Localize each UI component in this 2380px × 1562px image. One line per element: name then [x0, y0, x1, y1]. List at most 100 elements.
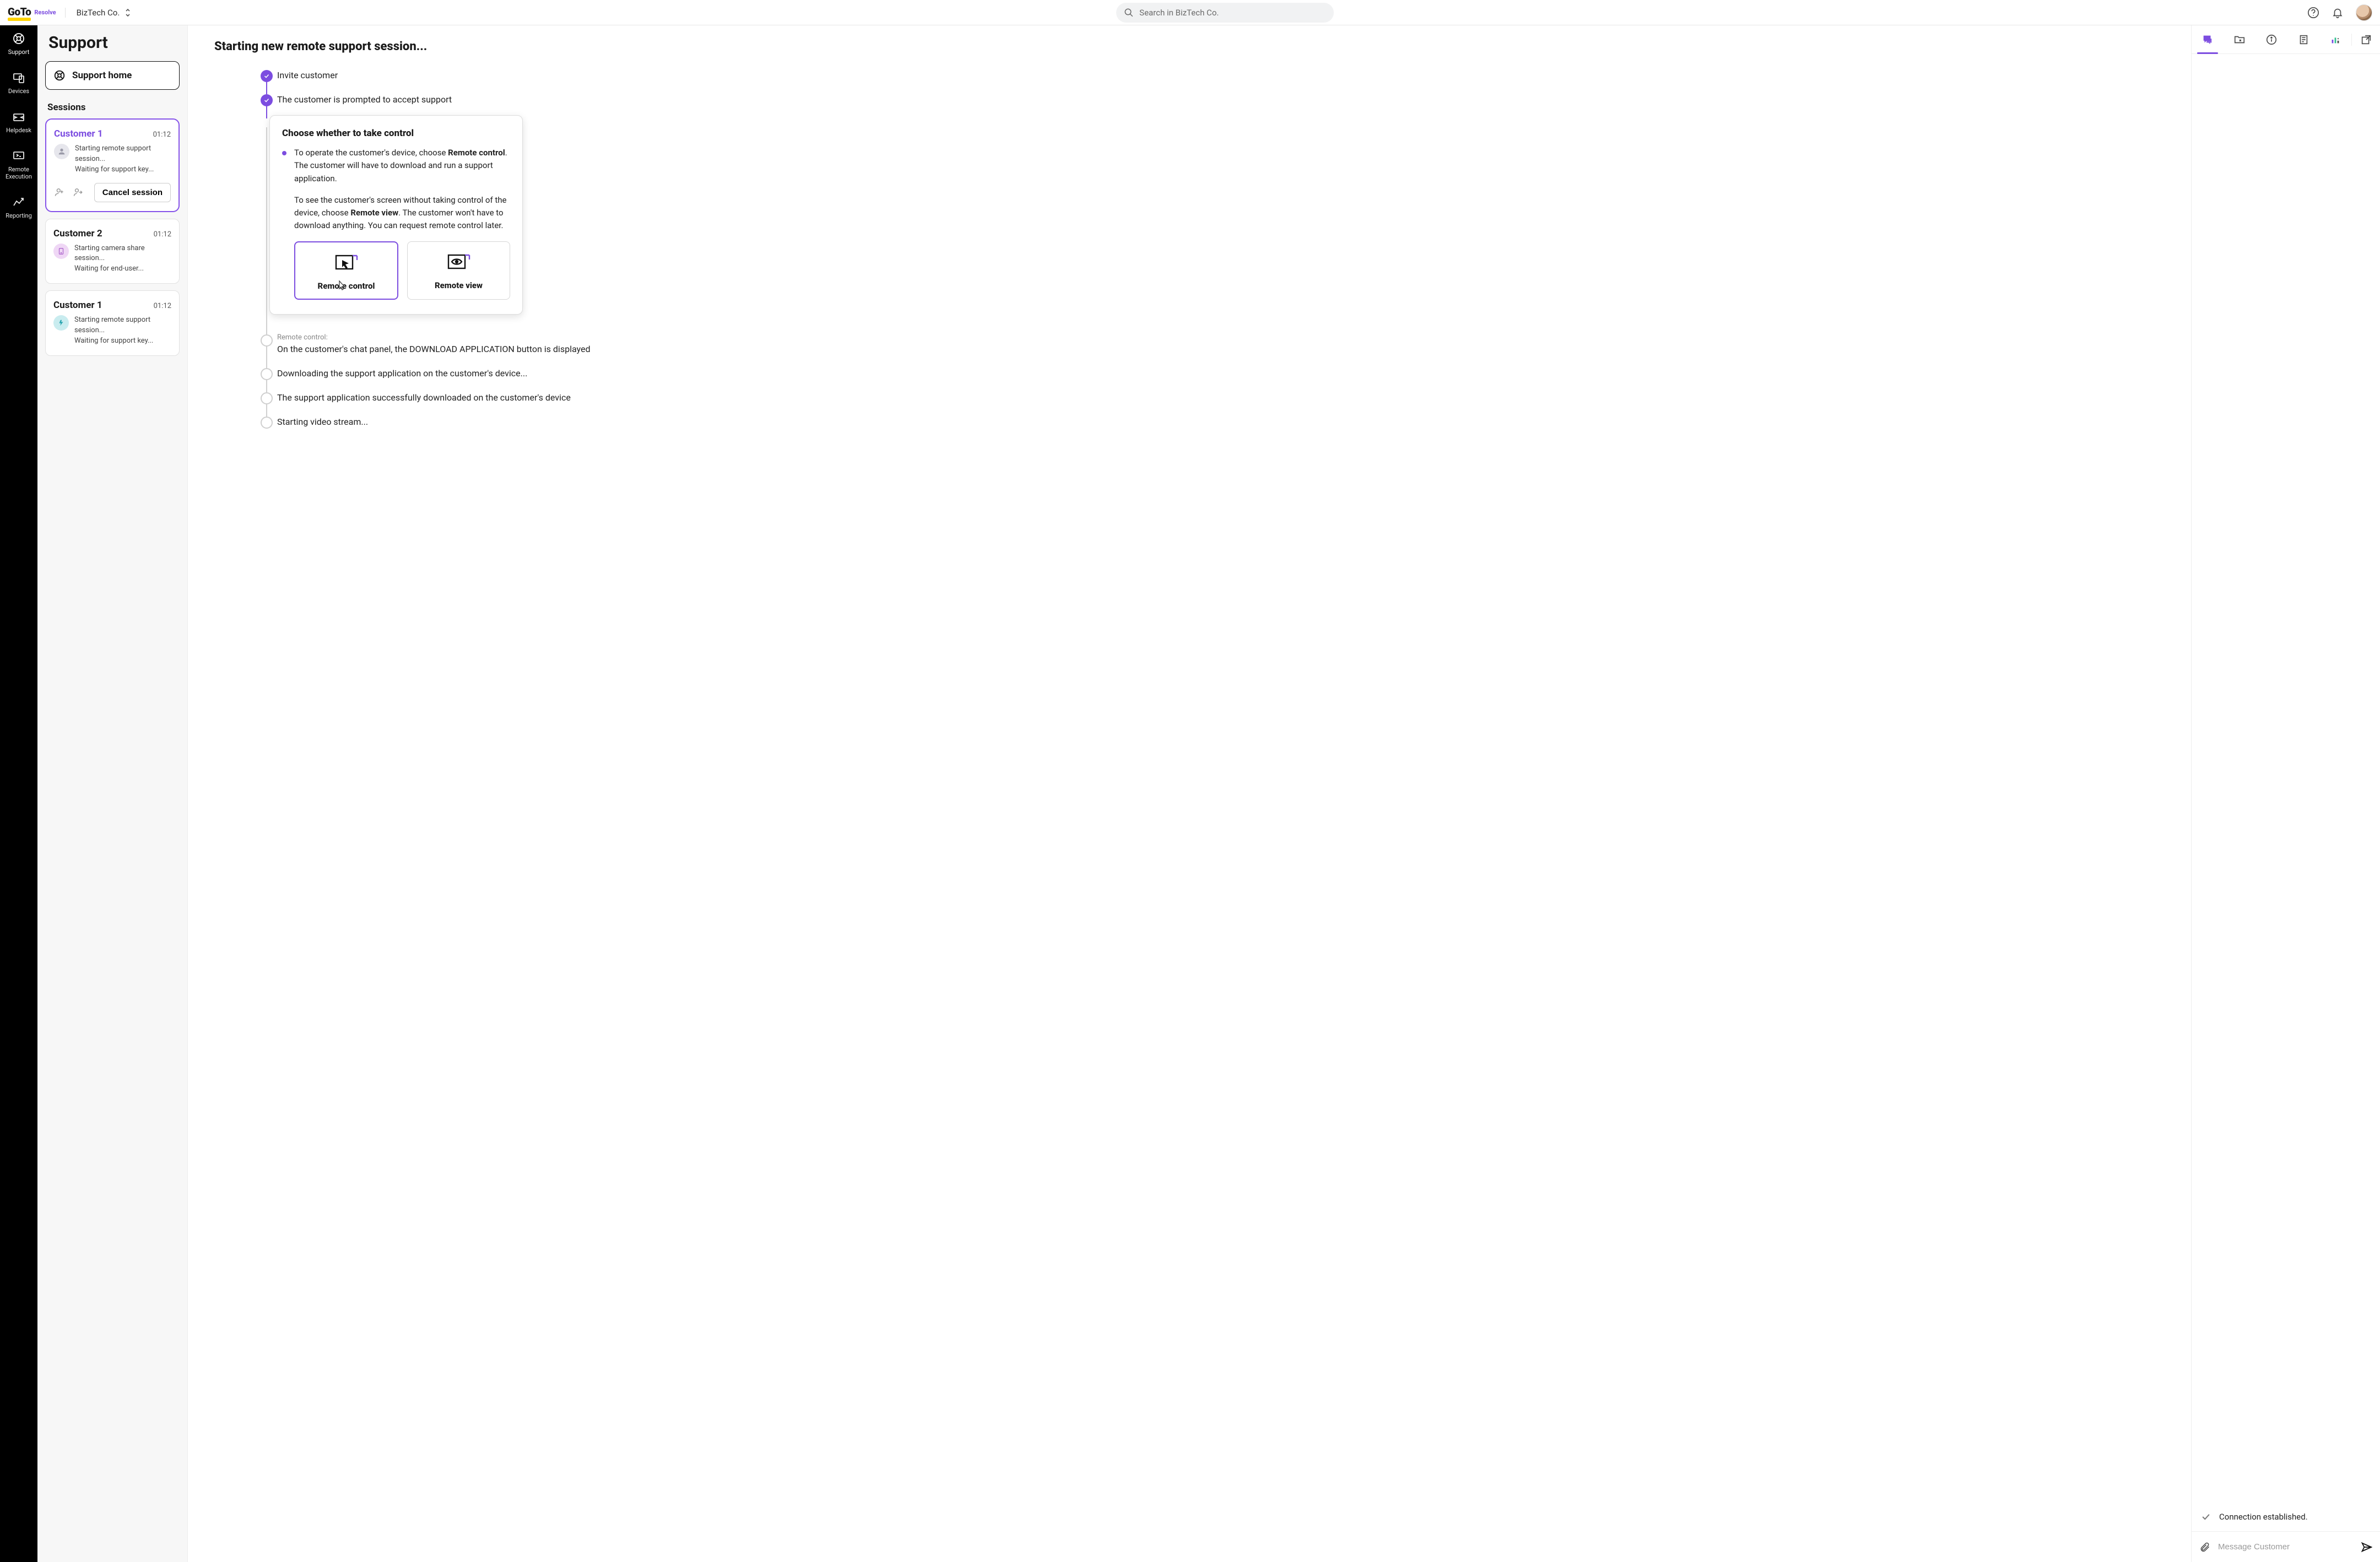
header-actions	[2307, 4, 2372, 21]
info-icon	[2265, 34, 2278, 46]
org-name: BizTech Co.	[77, 8, 120, 18]
tab-notes[interactable]	[2287, 25, 2319, 53]
connection-text: Connection established.	[2219, 1512, 2308, 1522]
main-content: Starting new remote support session... I…	[188, 0, 2192, 1562]
rail-label: Reporting	[6, 212, 32, 219]
message-input[interactable]	[2218, 1542, 2352, 1552]
reporting-icon	[12, 196, 25, 209]
page-title: Starting new remote support session...	[214, 40, 2165, 53]
option-label: Remote control	[318, 281, 375, 291]
step-mini: Remote control:	[277, 333, 2165, 342]
pending-dot-icon	[261, 334, 273, 347]
rail-label: Remote Execution	[0, 166, 37, 180]
step-label: Starting video stream...	[277, 415, 2165, 429]
add-participant-icon[interactable]	[54, 187, 65, 198]
session-card[interactable]: Customer 2 01:12 Starting camera share s…	[45, 219, 180, 284]
search-placeholder: Search in BizTech Co.	[1139, 8, 1219, 18]
nav-rail: Support Devices Helpdesk Remote Executio…	[0, 0, 37, 1562]
session-avatar	[53, 244, 69, 259]
remote-view-option[interactable]: Remote view	[407, 241, 510, 300]
support-home-icon	[53, 69, 66, 82]
remote-view-icon	[446, 252, 472, 274]
notes-icon	[2297, 34, 2309, 46]
session-line1: Starting remote support session...	[74, 315, 171, 336]
chevron-updown-icon	[124, 8, 132, 18]
rail-item-devices[interactable]: Devices	[0, 70, 37, 96]
step-label: Downloading the support application on t…	[277, 367, 2165, 380]
check-icon	[261, 94, 273, 106]
session-time: 01:12	[153, 131, 171, 139]
help-icon[interactable]	[2307, 7, 2319, 19]
timeline-step-active: Choose whether to take control To operat…	[261, 115, 2165, 333]
pending-dot-icon	[261, 368, 273, 380]
logo-text: GoTo	[8, 6, 31, 20]
rail-item-helpdesk[interactable]: Helpdesk	[0, 109, 37, 135]
cancel-session-button[interactable]: Cancel session	[94, 183, 171, 202]
tab-info[interactable]	[2255, 25, 2287, 53]
choose-text: To operate the customer's device, choose…	[294, 147, 510, 300]
right-panel: Connection established.	[2192, 0, 2380, 1562]
rail-item-reporting[interactable]: Reporting	[0, 194, 37, 220]
session-timeline: Invite customer The customer is prompted…	[261, 69, 2165, 440]
timeline-step: Remote control: On the customer's chat p…	[261, 333, 2165, 367]
session-name: Customer 1	[54, 128, 103, 139]
timeline-step: The support application successfully dow…	[261, 391, 2165, 415]
top-header: GoTo Resolve BizTech Co. Search in BizTe…	[0, 0, 2380, 25]
tab-chat[interactable]	[2192, 25, 2224, 53]
rail-label: Support	[8, 48, 30, 56]
send-icon[interactable]	[2360, 1541, 2372, 1553]
timeline-step: The customer is prompted to accept suppo…	[261, 93, 2165, 117]
timeline-step: Downloading the support application on t…	[261, 367, 2165, 391]
session-line2: Waiting for end-user...	[74, 264, 171, 274]
right-tabs	[2192, 25, 2380, 54]
choose-title: Choose whether to take control	[282, 128, 510, 139]
support-home-button[interactable]: Support home	[45, 61, 180, 90]
session-card[interactable]: Customer 1 01:12 Starting remote support…	[45, 118, 180, 212]
sidebar-title: Support	[45, 33, 180, 52]
remote-exec-icon	[12, 149, 25, 163]
session-line1: Starting camera share session...	[74, 244, 171, 264]
chat-icon	[2202, 34, 2214, 46]
session-name: Customer 2	[53, 228, 102, 239]
message-bar	[2192, 1531, 2380, 1562]
timeline-step: Invite customer	[261, 69, 2165, 93]
user-avatar[interactable]	[2356, 4, 2372, 21]
org-switcher[interactable]: BizTech Co.	[65, 8, 143, 18]
session-line1: Starting remote support session...	[75, 144, 171, 165]
step-label: The support application successfully dow…	[277, 391, 2165, 404]
tab-metrics[interactable]	[2319, 25, 2351, 53]
helpdesk-icon	[12, 110, 25, 123]
session-name: Customer 1	[53, 300, 102, 311]
option-label: Remote view	[435, 280, 483, 290]
support-home-label: Support home	[72, 70, 132, 81]
session-time: 01:12	[154, 302, 171, 310]
product-logo[interactable]: GoTo Resolve	[8, 6, 56, 20]
transfer-icon[interactable]	[73, 187, 84, 198]
connection-status: Connection established.	[2192, 1502, 2380, 1531]
rail-item-remote-execution[interactable]: Remote Execution	[0, 148, 37, 181]
pending-dot-icon	[261, 417, 273, 429]
pending-dot-icon	[261, 392, 273, 404]
popout-button[interactable]	[2351, 34, 2380, 46]
step-label: Invite customer	[277, 69, 2165, 82]
tab-files[interactable]	[2224, 25, 2255, 53]
remote-control-option[interactable]: Remote control	[294, 241, 398, 300]
session-line2: Waiting for support key...	[75, 165, 171, 175]
folder-icon	[2233, 34, 2246, 46]
sessions-heading: Sessions	[45, 99, 180, 118]
cursor-icon	[336, 280, 346, 292]
rail-item-support[interactable]: Support	[0, 31, 37, 57]
session-card[interactable]: Customer 1 01:12 Starting remote support…	[45, 290, 180, 356]
search-input[interactable]: Search in BizTech Co.	[1116, 3, 1334, 23]
search-icon	[1124, 8, 1134, 18]
choose-control-card: Choose whether to take control To operat…	[269, 115, 523, 315]
bullet-icon	[282, 151, 286, 155]
rail-label: Helpdesk	[6, 127, 31, 134]
check-icon	[261, 70, 273, 82]
bell-icon[interactable]	[2332, 7, 2344, 19]
session-avatar	[54, 144, 69, 159]
rail-label: Devices	[8, 88, 29, 95]
search-wrap: Search in BizTech Co.	[143, 3, 2307, 23]
product-suffix: Resolve	[34, 9, 56, 16]
attachment-icon[interactable]	[2199, 1542, 2210, 1553]
